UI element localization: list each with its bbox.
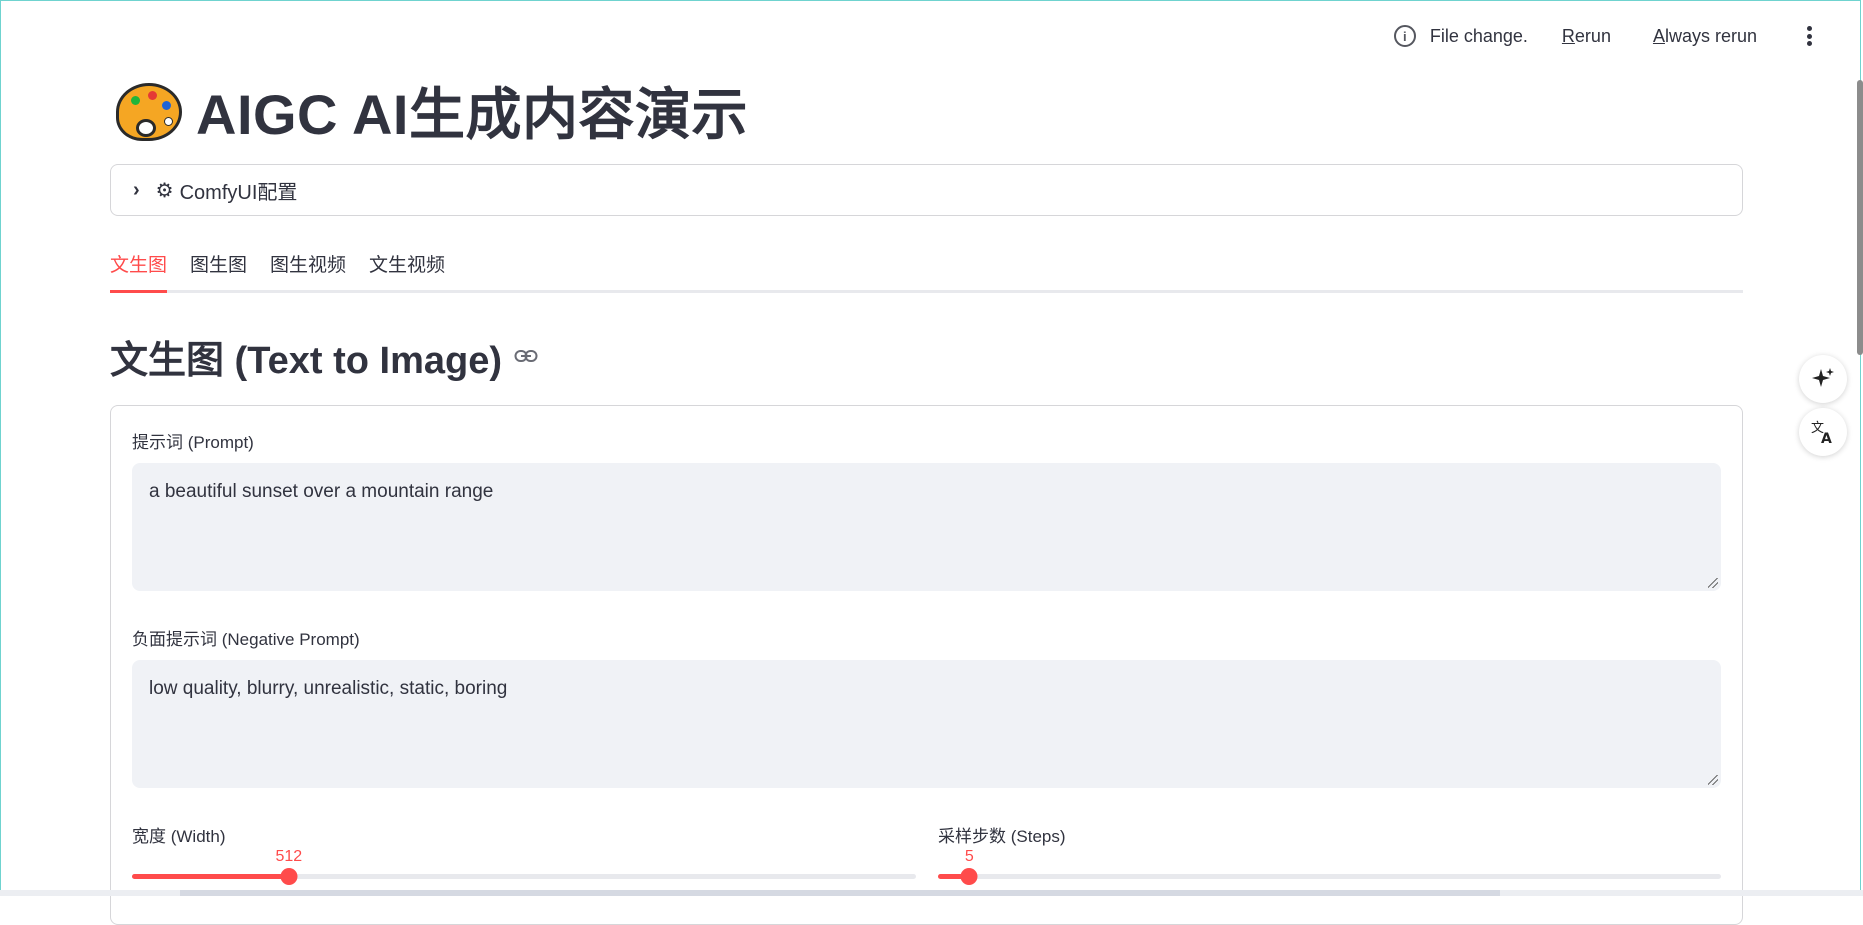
prompt-label: 提示词 (Prompt) bbox=[132, 428, 1721, 453]
gear-icon: ⚙ bbox=[156, 178, 174, 203]
title-row: AIGC AI生成内容演示 bbox=[110, 72, 1743, 148]
resize-grip-icon[interactable] bbox=[1708, 578, 1718, 588]
svg-text:A: A bbox=[1821, 431, 1832, 446]
translate-icon[interactable]: 文A bbox=[1799, 408, 1847, 456]
tab-text-to-image[interactable]: 文生图 bbox=[110, 246, 167, 290]
width-slider-track[interactable] bbox=[132, 874, 916, 879]
prompt-textarea[interactable]: a beautiful sunset over a mountain range bbox=[132, 463, 1721, 591]
negative-prompt-value: low quality, blurry, unrealistic, static… bbox=[149, 678, 507, 699]
tab-image-to-video[interactable]: 图生视频 bbox=[270, 246, 346, 290]
horizontal-scrollbar[interactable] bbox=[180, 890, 1500, 896]
info-icon: i bbox=[1394, 25, 1416, 47]
width-label: 宽度 (Width) bbox=[132, 822, 916, 847]
width-slider-fill bbox=[132, 874, 289, 879]
tab-image-to-image[interactable]: 图生图 bbox=[190, 246, 247, 290]
rerun-label-rest: erun bbox=[1575, 26, 1611, 46]
file-change-status: File change. bbox=[1430, 26, 1528, 47]
rerun-button[interactable]: Rerun bbox=[1562, 26, 1611, 47]
tab-text-to-video[interactable]: 文生视频 bbox=[369, 246, 445, 290]
section-heading-text: 文生图 (Text to Image) bbox=[110, 329, 502, 384]
main-content: AIGC AI生成内容演示 › ⚙ ComfyUI配置 文生图 图生图 图生视频… bbox=[110, 72, 1743, 925]
expander-label: ComfyUI配置 bbox=[180, 176, 298, 205]
negative-prompt-label: 负面提示词 (Negative Prompt) bbox=[132, 625, 1721, 650]
more-vertical-icon[interactable] bbox=[1799, 24, 1819, 48]
negative-prompt-textarea[interactable]: low quality, blurry, unrealistic, static… bbox=[132, 660, 1721, 788]
width-slider-group: 宽度 (Width) 512 bbox=[132, 822, 916, 857]
width-slider-value: 512 bbox=[275, 848, 302, 866]
section-heading: 文生图 (Text to Image) bbox=[110, 331, 1743, 381]
chevron-right-icon: › bbox=[133, 179, 140, 202]
steps-label: 采样步数 (Steps) bbox=[938, 822, 1721, 847]
steps-slider-track[interactable] bbox=[938, 874, 1721, 879]
width-slider-thumb[interactable] bbox=[280, 868, 297, 885]
palette-emoji-icon bbox=[114, 79, 184, 141]
comfyui-config-expander[interactable]: › ⚙ ComfyUI配置 bbox=[110, 164, 1743, 216]
always-rerun-label-rest: lways rerun bbox=[1665, 26, 1757, 46]
link-icon[interactable] bbox=[514, 343, 538, 369]
steps-slider-group: 采样步数 (Steps) 5 bbox=[938, 822, 1721, 857]
steps-slider-value: 5 bbox=[965, 848, 974, 866]
vertical-scrollbar[interactable] bbox=[1857, 80, 1863, 355]
tab-bar: 文生图 图生图 图生视频 文生视频 bbox=[110, 246, 1743, 293]
steps-slider-thumb[interactable] bbox=[961, 868, 978, 885]
prompt-value: a beautiful sunset over a mountain range bbox=[149, 481, 493, 502]
always-rerun-button[interactable]: Always rerun bbox=[1653, 26, 1757, 47]
top-toolbar: i File change. Rerun Always rerun bbox=[1394, 24, 1819, 48]
page-title: AIGC AI生成内容演示 bbox=[196, 70, 748, 151]
slider-row: 宽度 (Width) 512 采样步数 (Steps) 5 bbox=[132, 822, 1721, 857]
text-to-image-form: 提示词 (Prompt) a beautiful sunset over a m… bbox=[110, 405, 1743, 925]
sparkle-icon[interactable] bbox=[1799, 355, 1847, 403]
resize-grip-icon[interactable] bbox=[1708, 775, 1718, 785]
